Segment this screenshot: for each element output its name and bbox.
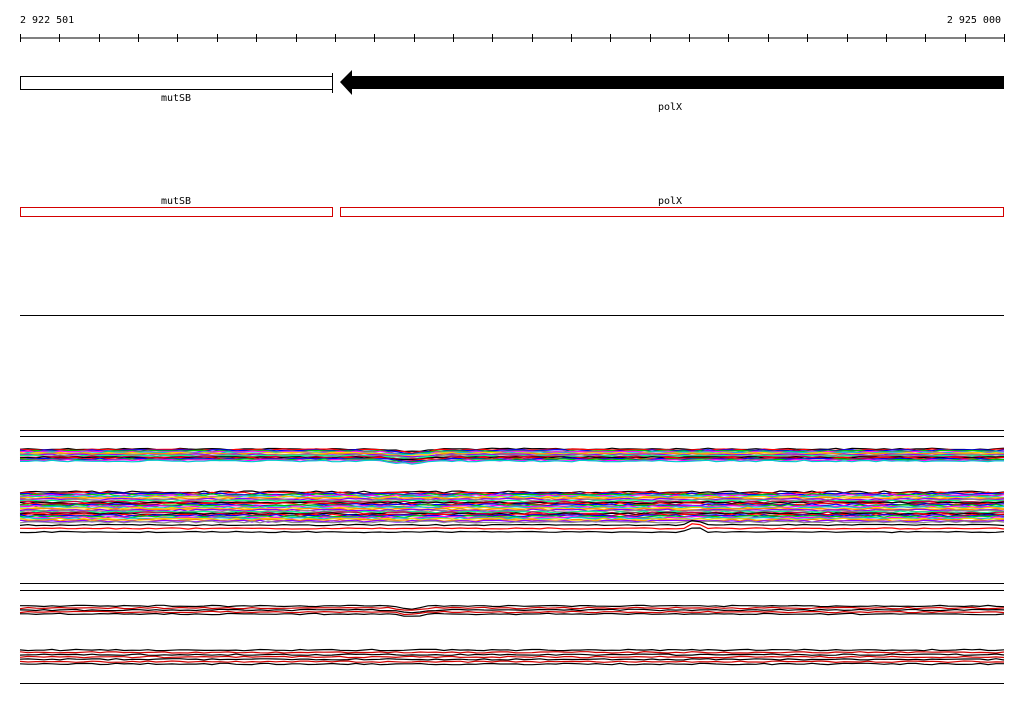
coverage-track-2 (19, 604, 1005, 666)
coverage-line (19, 660, 1005, 664)
coverage-line (19, 655, 1005, 659)
ruler-end-label: 2 925 000 (947, 15, 1001, 26)
coverage-line (20, 612, 1005, 617)
coverage-track-1 (19, 447, 1005, 534)
feature-polX-box[interactable] (340, 207, 1004, 217)
coverage-line (19, 662, 1004, 666)
feature-track: mutSB polX (20, 196, 1004, 217)
gene-polX-label: polX (658, 102, 682, 113)
gene-mutSB-label: mutSB (161, 93, 191, 104)
genome-browser-view: 2 922 501 2 925 000 mutSB polX mutSB pol… (19, 15, 1005, 684)
gene-polX-arrow[interactable] (340, 70, 1004, 95)
coverage-line (19, 658, 1005, 661)
feature-polX-label: polX (658, 196, 682, 207)
coordinate-ruler: 2 922 501 2 925 000 (20, 15, 1005, 42)
coverage-line (19, 648, 1005, 652)
gene-track: mutSB polX (20, 70, 1004, 113)
coverage-line (20, 459, 1005, 465)
coverage-line (19, 653, 1005, 657)
feature-mutSB-label: mutSB (161, 196, 191, 207)
coverage-line (19, 650, 1005, 654)
feature-mutSB-box[interactable] (20, 207, 333, 217)
gene-mutSB-box[interactable] (20, 76, 333, 90)
ruler-start-label: 2 922 501 (20, 15, 74, 26)
